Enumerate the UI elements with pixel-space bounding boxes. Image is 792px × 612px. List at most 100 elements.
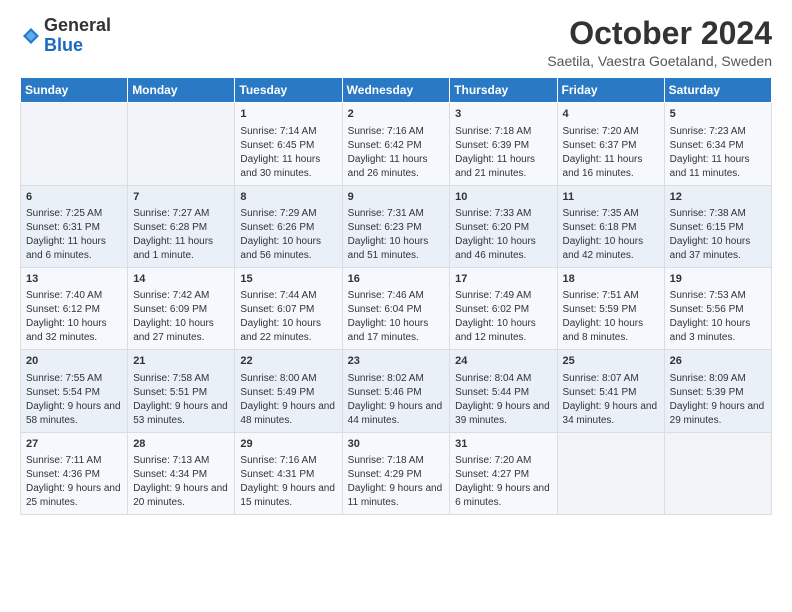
day-info: Sunset: 6:02 PM <box>455 303 551 317</box>
day-info: Sunrise: 7:49 AM <box>455 289 551 303</box>
calendar-cell: 7Sunrise: 7:27 AMSunset: 6:28 PMDaylight… <box>128 185 235 267</box>
weekday-header-thursday: Thursday <box>450 78 557 103</box>
day-number: 3 <box>455 107 551 122</box>
weekday-header-monday: Monday <box>128 78 235 103</box>
day-number: 5 <box>670 107 766 122</box>
calendar-cell: 11Sunrise: 7:35 AMSunset: 6:18 PMDayligh… <box>557 185 664 267</box>
day-info: Sunset: 4:34 PM <box>133 468 229 482</box>
day-number: 27 <box>26 437 122 452</box>
calendar-cell: 19 Sunrise: 7:53 AMSunset: 5:56 PMDayligh… <box>664 267 771 349</box>
calendar-week-4: 20Sunrise: 7:55 AMSunset: 5:54 PMDayligh… <box>21 350 772 432</box>
day-info: Sunrise: 7:40 AM <box>26 289 122 303</box>
day-number: 25 <box>563 354 659 369</box>
calendar-cell: 23Sunrise: 8:02 AMSunset: 5:46 PMDayligh… <box>342 350 450 432</box>
calendar-cell: 27 Sunrise: 7:11 AMSunset: 4:36 PMDayligh… <box>21 432 128 514</box>
day-info: Sunset: 5:56 PM <box>670 303 766 317</box>
day-info: Sunset: 4:27 PM <box>455 468 551 482</box>
day-info: Daylight: 11 hours and 16 minutes. <box>563 153 659 181</box>
calendar-cell: 1Sunrise: 7:14 AMSunset: 6:45 PMDaylight… <box>235 103 342 185</box>
calendar-cell: 10Sunrise: 7:33 AMSunset: 6:20 PMDayligh… <box>450 185 557 267</box>
day-number: 1 <box>240 107 336 122</box>
day-number: 19 <box>670 272 766 287</box>
day-info: Sunrise: 7:53 AM <box>670 289 766 303</box>
day-info: Sunrise: 7:31 AM <box>348 207 445 221</box>
calendar-cell: 8Sunrise: 7:29 AMSunset: 6:26 PMDaylight… <box>235 185 342 267</box>
day-info: Sunrise: 7:42 AM <box>133 289 229 303</box>
day-info: Sunset: 6:45 PM <box>240 139 336 153</box>
day-number: 18 <box>563 272 659 287</box>
day-number: 26 <box>670 354 766 369</box>
day-number: 22 <box>240 354 336 369</box>
calendar-cell: 28Sunrise: 7:13 AMSunset: 4:34 PMDayligh… <box>128 432 235 514</box>
day-info: Daylight: 10 hours and 32 minutes. <box>26 317 122 345</box>
calendar-cell: 26Sunrise: 8:09 AMSunset: 5:39 PMDayligh… <box>664 350 771 432</box>
day-number: 9 <box>348 190 445 205</box>
logo: General Blue <box>20 16 111 56</box>
calendar-cell: 25Sunrise: 8:07 AMSunset: 5:41 PMDayligh… <box>557 350 664 432</box>
calendar-cell: 9Sunrise: 7:31 AMSunset: 6:23 PMDaylight… <box>342 185 450 267</box>
calendar-cell: 21Sunrise: 7:58 AMSunset: 5:51 PMDayligh… <box>128 350 235 432</box>
calendar-cell: 13Sunrise: 7:40 AMSunset: 6:12 PMDayligh… <box>21 267 128 349</box>
day-number: 10 <box>455 190 551 205</box>
day-number: 31 <box>455 437 551 452</box>
day-number: 16 <box>348 272 445 287</box>
day-info: Sunrise: 7:44 AM <box>240 289 336 303</box>
day-info: Daylight: 10 hours and 22 minutes. <box>240 317 336 345</box>
header: General Blue October 2024 Saetila, Vaest… <box>20 16 772 69</box>
calendar-week-2: 6Sunrise: 7:25 AMSunset: 6:31 PMDaylight… <box>21 185 772 267</box>
day-number: 8 <box>240 190 336 205</box>
day-info: Sunset: 6:18 PM <box>563 221 659 235</box>
calendar-cell <box>664 432 771 514</box>
calendar-cell: 5Sunrise: 7:23 AMSunset: 6:34 PMDaylight… <box>664 103 771 185</box>
day-info: Sunset: 5:49 PM <box>240 386 336 400</box>
day-info: Daylight: 10 hours and 42 minutes. <box>563 235 659 263</box>
day-number: 17 <box>455 272 551 287</box>
day-info: Daylight: 10 hours and 37 minutes. <box>670 235 766 263</box>
day-info: Sunset: 6:20 PM <box>455 221 551 235</box>
day-info: Daylight: 11 hours and 26 minutes. <box>348 153 445 181</box>
day-info: Sunrise: 8:00 AM <box>240 372 336 386</box>
calendar-cell: 29Sunrise: 7:16 AMSunset: 4:31 PMDayligh… <box>235 432 342 514</box>
day-info: Sunrise: 8:04 AM <box>455 372 551 386</box>
day-info: Sunset: 5:44 PM <box>455 386 551 400</box>
day-info: Sunset: 5:46 PM <box>348 386 445 400</box>
day-number: 14 <box>133 272 229 287</box>
day-info: Sunset: 6:42 PM <box>348 139 445 153</box>
day-info: Sunset: 6:28 PM <box>133 221 229 235</box>
day-info: Sunset: 4:36 PM <box>26 468 122 482</box>
day-info: Sunrise: 7:18 AM <box>348 454 445 468</box>
day-info: Daylight: 10 hours and 12 minutes. <box>455 317 551 345</box>
day-info: Daylight: 9 hours and 25 minutes. <box>26 482 122 510</box>
day-info: Sunset: 6:09 PM <box>133 303 229 317</box>
calendar-cell: 12Sunrise: 7:38 AMSunset: 6:15 PMDayligh… <box>664 185 771 267</box>
calendar-cell: 20Sunrise: 7:55 AMSunset: 5:54 PMDayligh… <box>21 350 128 432</box>
day-number: 4 <box>563 107 659 122</box>
weekday-row: SundayMondayTuesdayWednesdayThursdayFrid… <box>21 78 772 103</box>
calendar-week-1: 1Sunrise: 7:14 AMSunset: 6:45 PMDaylight… <box>21 103 772 185</box>
day-number: 21 <box>133 354 229 369</box>
day-info: Sunset: 5:59 PM <box>563 303 659 317</box>
day-info: Sunset: 4:31 PM <box>240 468 336 482</box>
day-info: Sunrise: 7:20 AM <box>455 454 551 468</box>
day-info: Sunset: 6:12 PM <box>26 303 122 317</box>
day-info: Sunrise: 7:11 AM <box>26 454 122 468</box>
day-info: Daylight: 10 hours and 8 minutes. <box>563 317 659 345</box>
day-info: Daylight: 9 hours and 11 minutes. <box>348 482 445 510</box>
calendar-cell: 31 Sunrise: 7:20 AMSunset: 4:27 PMDayligh… <box>450 432 557 514</box>
calendar-body: 1Sunrise: 7:14 AMSunset: 6:45 PMDaylight… <box>21 103 772 515</box>
day-number: 24 <box>455 354 551 369</box>
day-info: Daylight: 9 hours and 6 minutes. <box>455 482 551 510</box>
day-info: Daylight: 9 hours and 39 minutes. <box>455 400 551 428</box>
day-info: Sunrise: 7:23 AM <box>670 125 766 139</box>
day-info: Daylight: 10 hours and 17 minutes. <box>348 317 445 345</box>
day-number: 30 <box>348 437 445 452</box>
day-info: Sunrise: 7:13 AM <box>133 454 229 468</box>
day-info: Sunrise: 7:58 AM <box>133 372 229 386</box>
day-info: Sunrise: 7:55 AM <box>26 372 122 386</box>
calendar-table: SundayMondayTuesdayWednesdayThursdayFrid… <box>20 77 772 515</box>
day-info: Sunset: 6:04 PM <box>348 303 445 317</box>
page-container: General Blue October 2024 Saetila, Vaest… <box>0 0 792 525</box>
day-info: Daylight: 10 hours and 3 minutes. <box>670 317 766 345</box>
day-number: 12 <box>670 190 766 205</box>
calendar-cell <box>557 432 664 514</box>
